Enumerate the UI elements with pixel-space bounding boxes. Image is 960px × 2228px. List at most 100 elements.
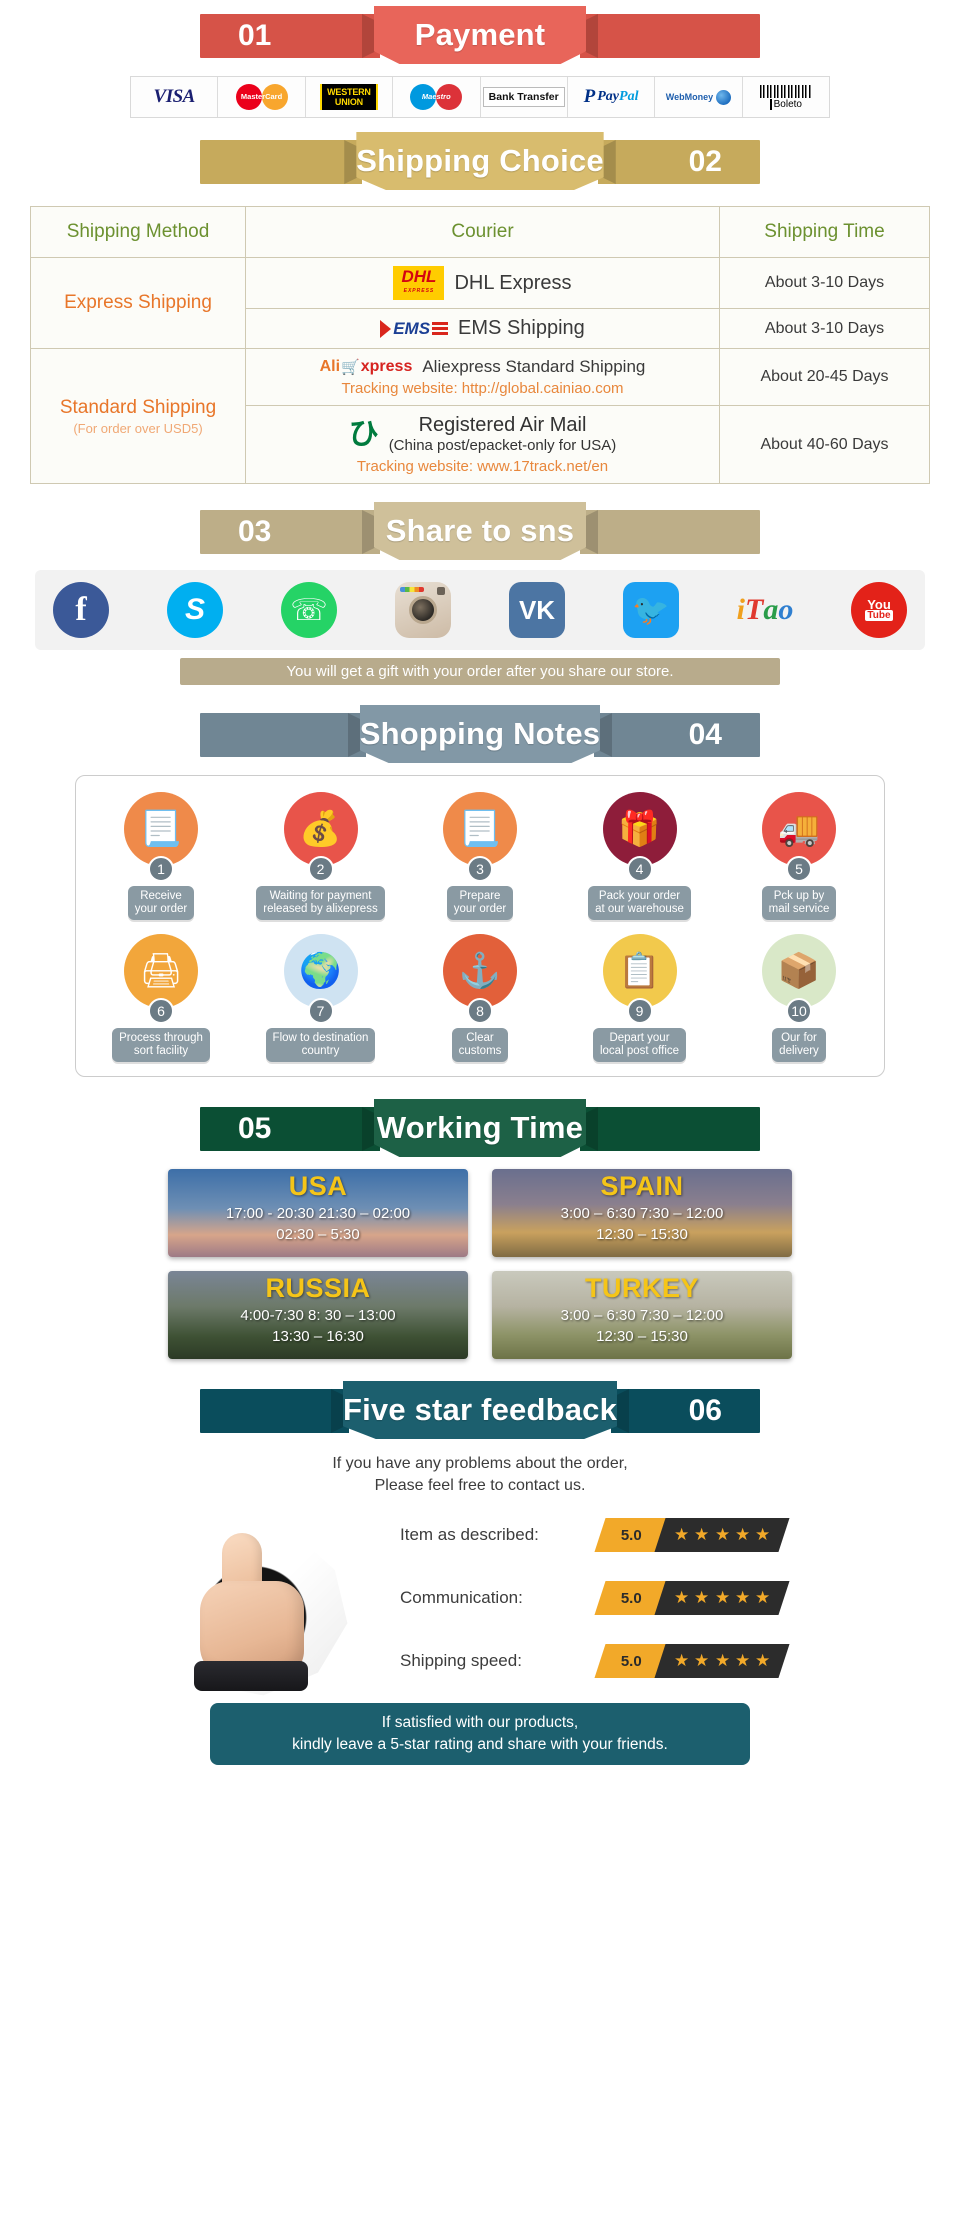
cell-courier-air-mail: ひ Registered Air Mail (China post/epacke… xyxy=(245,405,720,484)
paypal-icon: P PayPal xyxy=(583,86,639,107)
header-shipping-time: Shipping Time xyxy=(719,206,930,258)
mastercard-icon: MasterCard xyxy=(235,84,288,110)
payment-method-boleto: Boleto xyxy=(742,77,829,117)
itao-icon[interactable]: iTao xyxy=(737,582,794,638)
thumbs-up-icon xyxy=(150,1513,360,1703)
shopping-note-step-8: ⚓ 8 Clear customs xyxy=(405,934,555,1062)
rating-stars: ★ ★ ★ ★ ★ xyxy=(654,1643,790,1678)
tracking-website[interactable]: Tracking website: www.17track.net/en xyxy=(252,458,713,475)
gift-note: You will get a gift with your order afte… xyxy=(180,658,780,685)
star-icon: ★ xyxy=(714,1650,730,1670)
globe-icon: 🌍 xyxy=(283,934,358,1008)
star-icon: ★ xyxy=(674,1650,690,1670)
step-number: 8 xyxy=(467,998,493,1024)
share-number: 03 xyxy=(238,515,272,548)
payment-title: Payment xyxy=(414,17,546,52)
feedback-ratings-area: Item as described: 5.0 ★ ★ ★ ★ ★ Communication:… xyxy=(30,1503,930,1696)
cell-courier-aliexpress: Ali 🛒 xpress Aliexpress Standard Shipping … xyxy=(245,348,720,406)
working-hours: 3:00 – 6:30 7:30 – 12:00 12:30 – 15:30 xyxy=(560,1307,724,1345)
shopping-note-step-7: 🌍 7 Flow to destination country xyxy=(246,934,396,1062)
step-label: Pack your order at our warehouse xyxy=(588,886,691,920)
rating-badge: 5.0 ★ ★ ★ ★ ★ xyxy=(594,1643,790,1678)
dhl-icon: DHL EXPRESS xyxy=(393,266,445,300)
ribbon-wing-left xyxy=(200,1107,380,1151)
step-number: 4 xyxy=(626,856,653,882)
star-icon: ★ xyxy=(734,1587,750,1607)
courier-name: Aliexpress Standard Shipping xyxy=(422,357,646,376)
shipping-title: Shipping Choice xyxy=(356,143,604,178)
rating-stars: ★ ★ ★ ★ ★ xyxy=(654,1517,790,1552)
payment-method-webmoney: WebMoney xyxy=(655,77,743,117)
rating-stars: ★ ★ ★ ★ ★ xyxy=(654,1580,790,1615)
cell-express-shipping: Express Shipping xyxy=(30,257,246,349)
aliexpress-icon: Ali 🛒 xpress xyxy=(319,358,413,376)
star-icon: ★ xyxy=(714,1524,730,1544)
shipping-number: 02 xyxy=(688,145,722,178)
bank-transfer-icon: Bank Transfer xyxy=(482,87,565,107)
shopping-note-step-4: 🎁 4 Pack your order at our warehouse xyxy=(565,792,715,920)
ribbon-wing-right xyxy=(580,510,760,554)
country-name: TURKEY xyxy=(584,1273,699,1303)
vk-icon[interactable]: VK xyxy=(509,582,565,638)
working-time-card-turkey: TURKEY 3:00 – 6:30 7:30 – 12:00 12:30 – 15… xyxy=(492,1271,792,1359)
star-icon: ★ xyxy=(674,1524,690,1544)
step-label: Prepare your order xyxy=(446,886,514,920)
payment-method-paypal: P PayPal xyxy=(567,77,656,117)
gift-icon: 🎁 xyxy=(602,792,677,866)
courier-name: Registered Air Mail xyxy=(418,414,587,436)
shopping-note-step-9: 📋 9 Depart your local post office xyxy=(565,934,715,1062)
ribbon-center: Working Time xyxy=(374,1099,586,1157)
section-payment: Payment 01 VISA MasterCard WESTERN UNION … xyxy=(0,0,960,118)
ribbon-center: Shipping Choice xyxy=(356,132,604,190)
working-time-number: 05 xyxy=(238,1112,272,1145)
feedback-intro: If you have any problems about the order… xyxy=(332,1455,628,1494)
maestro-icon: Maestro xyxy=(410,84,463,110)
western-union-icon: WESTERN UNION xyxy=(320,84,378,110)
facebook-icon[interactable]: f xyxy=(53,582,109,638)
star-icon: ★ xyxy=(694,1650,710,1670)
shopping-note-step-2: 💰 2 Waiting for payment released by alixepr… xyxy=(246,792,396,920)
cell-time-air-mail: About 40-60 Days xyxy=(719,405,930,484)
table-row: Standard Shipping (For order over USD5) … xyxy=(30,348,930,484)
rating-row: Item as described: 5.0 ★ ★ ★ ★ ★ xyxy=(400,1503,920,1566)
section-shipping: Shipping Choice 02 Shipping Method Couri… xyxy=(0,132,960,484)
visa-icon: VISA xyxy=(153,86,196,107)
package-icon: 📦 xyxy=(762,934,836,1008)
method-label: Standard Shipping xyxy=(59,396,217,418)
step-label: Clear customs xyxy=(451,1028,509,1062)
payment-methods-strip: VISA MasterCard WESTERN UNION Maestro Ban… xyxy=(130,76,830,118)
ratings-list: Item as described: 5.0 ★ ★ ★ ★ ★ Communication:… xyxy=(400,1503,920,1692)
skype-icon[interactable]: S xyxy=(167,582,223,638)
cell-time-dhl: About 3-10 Days xyxy=(719,257,930,309)
youtube-icon[interactable]: You Tube xyxy=(851,582,907,638)
step-number: 3 xyxy=(467,856,493,882)
rating-badge: 5.0 ★ ★ ★ ★ ★ xyxy=(594,1580,790,1615)
rating-label: Communication: xyxy=(400,1587,523,1607)
shopping-notes-box: 📃 1 Receive your order 💰 2 Waiting for payment… xyxy=(75,775,885,1077)
instagram-icon[interactable] xyxy=(395,582,451,638)
shipping-table: Shipping Method Courier Shipping Time Ex… xyxy=(30,206,930,484)
notes-row-2: 🖨 6 Process through sort facility 🌍 7 Flow to … xyxy=(86,934,874,1062)
twitter-icon[interactable]: 🐦 xyxy=(623,582,679,638)
step-number: 7 xyxy=(307,998,334,1024)
star-icon: ★ xyxy=(674,1587,690,1607)
share-title: Share to sns xyxy=(385,513,575,548)
star-icon: ★ xyxy=(714,1587,730,1607)
payment-method-maestro: Maestro xyxy=(393,77,481,117)
star-icon: ★ xyxy=(755,1587,771,1607)
whatsapp-icon[interactable]: ☏ xyxy=(281,582,337,638)
rating-row: Shipping speed: 5.0 ★ ★ ★ ★ ★ xyxy=(400,1629,920,1692)
star-icon: ★ xyxy=(734,1650,750,1670)
country-name: SPAIN xyxy=(600,1171,684,1201)
tracking-website[interactable]: Tracking website: http://global.cainiao.… xyxy=(252,380,713,397)
feedback-number: 06 xyxy=(688,1394,722,1427)
feedback-title: Five star feedback xyxy=(342,1392,618,1427)
notes-number: 04 xyxy=(688,718,722,751)
document-icon: 📃 xyxy=(124,792,198,866)
section-feedback: Five star feedback 06 If you have any pr… xyxy=(0,1381,960,1765)
ribbon-wing-left xyxy=(200,1389,349,1433)
shopping-note-step-1: 📃 1 Receive your order xyxy=(86,792,236,920)
cell-standard-shipping: Standard Shipping (For order over USD5) xyxy=(30,348,246,484)
working-time-cards: USA 17:00 - 20:30 21:30 – 02:00 02:30 – 5:… xyxy=(150,1169,810,1359)
method-label: Express Shipping xyxy=(64,292,212,313)
